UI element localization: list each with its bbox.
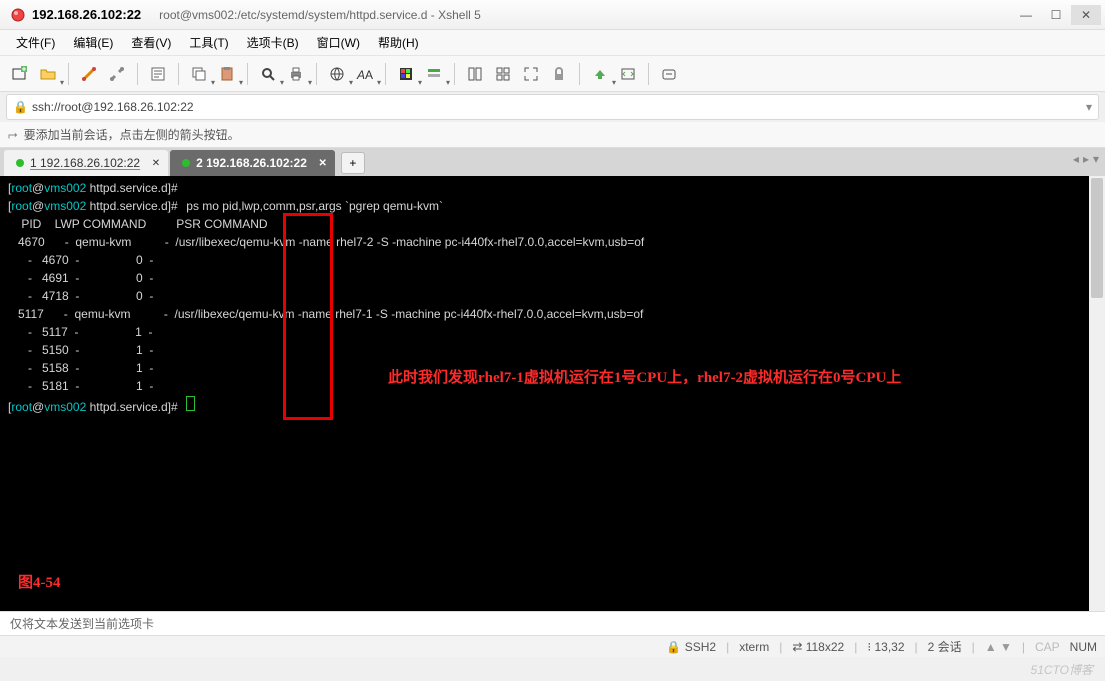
find-icon[interactable] <box>256 62 280 86</box>
hint-arrow-icon[interactable]: ⮣ <box>8 127 18 142</box>
status-cap: CAP <box>1035 640 1060 654</box>
paste-icon[interactable] <box>215 62 239 86</box>
compose-hint: 仅将文本发送到当前选项卡 <box>10 615 154 632</box>
status-proto: 🔒 SSH2 <box>666 640 716 654</box>
print-icon[interactable] <box>284 62 308 86</box>
new-tab-button[interactable]: + <box>341 152 365 174</box>
maximize-button[interactable]: ☐ <box>1041 5 1071 25</box>
annotation-box <box>283 213 333 420</box>
session-tab-2[interactable]: 2 192.168.26.102:22 ✕ <box>170 150 335 176</box>
xftp-icon[interactable] <box>616 62 640 86</box>
tab-label: 2 192.168.26.102:22 <box>196 156 307 170</box>
terminal[interactable]: [root@vms002 httpd.service.d]# [root@vms… <box>0 176 1105 611</box>
status-size: ⇄ 118x22 <box>792 640 844 654</box>
app-icon <box>10 7 26 23</box>
svg-text:A: A <box>356 68 365 82</box>
encoding-icon[interactable] <box>325 62 349 86</box>
menu-tab[interactable]: 选项卡(B) <box>241 31 305 54</box>
close-button[interactable]: ✕ <box>1071 5 1101 25</box>
terminal-scrollbar[interactable] <box>1089 176 1105 611</box>
highlight-icon[interactable] <box>422 62 446 86</box>
minimize-button[interactable]: — <box>1011 5 1041 25</box>
tab-prev-icon[interactable]: ◂ <box>1073 152 1079 166</box>
transfer-icon[interactable] <box>588 62 612 86</box>
menu-view[interactable]: 查看(V) <box>125 31 177 54</box>
layout-horizontal-icon[interactable] <box>463 62 487 86</box>
status-num: NUM <box>1070 640 1097 654</box>
tab-next-icon[interactable]: ▸ <box>1083 152 1089 166</box>
hint-text: 要添加当前会话，点击左侧的箭头按钮。 <box>24 126 240 143</box>
toolbar: AA <box>0 56 1105 92</box>
title-bar: 192.168.26.102:22 root@vms002:/etc/syste… <box>0 0 1105 30</box>
tab-bar: 1 192.168.26.102:22 ✕ 2 192.168.26.102:2… <box>0 148 1105 176</box>
status-sessions: 2 会话 <box>928 638 962 655</box>
status-pos: ⁝ 13,32 <box>867 640 904 654</box>
status-arrows: ▲ ▼ <box>985 640 1012 654</box>
open-icon[interactable] <box>36 62 60 86</box>
window-title-path: root@vms002:/etc/systemd/system/httpd.se… <box>159 8 481 22</box>
window-title-host: 192.168.26.102:22 <box>32 7 141 22</box>
properties-icon[interactable] <box>146 62 170 86</box>
compose-icon[interactable] <box>657 62 681 86</box>
menu-help[interactable]: 帮助(H) <box>372 31 425 54</box>
annotation-text: 此时我们发现rhel7-1虚拟机运行在1号CPU上，rhel7-2虚拟机运行在0… <box>388 366 901 387</box>
menu-edit[interactable]: 编辑(E) <box>67 31 119 54</box>
hint-bar: ⮣ 要添加当前会话，点击左侧的箭头按钮。 <box>0 122 1105 148</box>
tab-nav: ◂ ▸ ▾ <box>1073 152 1099 166</box>
status-bar: 🔒 SSH2 | xterm | ⇄ 118x22 | ⁝ 13,32 | 2 … <box>0 635 1105 657</box>
status-term: xterm <box>739 640 769 654</box>
layout-grid-icon[interactable] <box>491 62 515 86</box>
menu-file[interactable]: 文件(F) <box>10 31 61 54</box>
font-icon[interactable]: AA <box>353 62 377 86</box>
color-scheme-icon[interactable] <box>394 62 418 86</box>
tab-close-icon[interactable]: ✕ <box>152 158 160 169</box>
fullscreen-icon[interactable] <box>519 62 543 86</box>
menu-bar: 文件(F) 编辑(E) 查看(V) 工具(T) 选项卡(B) 窗口(W) 帮助(… <box>0 30 1105 56</box>
disconnect-icon[interactable] <box>105 62 129 86</box>
new-session-icon[interactable] <box>8 62 32 86</box>
tab-label: 1 192.168.26.102:22 <box>30 156 140 170</box>
address-bar[interactable]: 🔒 ssh://root@192.168.26.102:22 ▾ <box>6 94 1099 120</box>
menu-tools[interactable]: 工具(T) <box>183 31 234 54</box>
lock-icon[interactable] <box>547 62 571 86</box>
figure-label: 图4-54 <box>18 571 61 592</box>
compose-bar[interactable]: 仅将文本发送到当前选项卡 <box>0 611 1105 635</box>
address-dropdown-icon[interactable]: ▾ <box>1086 100 1092 114</box>
menu-window[interactable]: 窗口(W) <box>311 31 366 54</box>
copy-icon[interactable] <box>187 62 211 86</box>
watermark: 51CTO博客 <box>1031 661 1093 678</box>
status-dot-icon <box>182 159 190 167</box>
status-dot-icon <box>16 159 24 167</box>
address-text: ssh://root@192.168.26.102:22 <box>32 100 194 114</box>
tab-list-icon[interactable]: ▾ <box>1093 152 1099 166</box>
lock-small-icon: 🔒 <box>13 100 28 114</box>
svg-text:A: A <box>365 68 373 82</box>
session-tab-1[interactable]: 1 192.168.26.102:22 ✕ <box>4 150 168 176</box>
tab-close-icon[interactable]: ✕ <box>318 158 326 169</box>
reconnect-icon[interactable] <box>77 62 101 86</box>
